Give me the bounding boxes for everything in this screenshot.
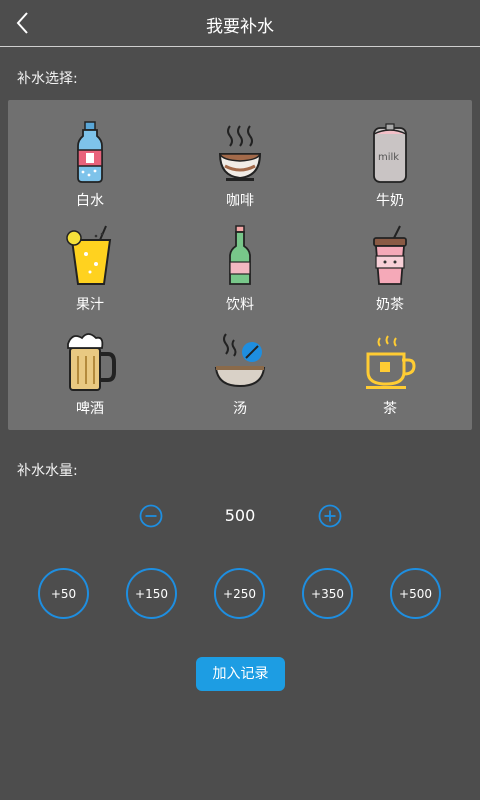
app-header: 我要补水 [0, 0, 480, 47]
tea-cup-icon [366, 335, 416, 389]
amount-section-label: 补水水量: [17, 463, 78, 479]
water-bottle-icon [77, 121, 103, 183]
drink-item-beer[interactable]: 啤酒 [30, 314, 150, 418]
drink-item-coffee[interactable]: 咖啡 [180, 106, 300, 210]
preset-button-500[interactable]: +500 [390, 568, 441, 619]
drink-item-milk-tea[interactable]: 奶茶 [330, 210, 450, 314]
beer-mug-icon [67, 333, 116, 391]
milk-carton-icon: milk [373, 123, 407, 183]
drink-label: 饮料 [226, 297, 254, 313]
drink-item-soup[interactable]: 汤 [180, 314, 300, 418]
minus-icon[interactable] [139, 504, 163, 528]
drink-label: 啤酒 [76, 401, 104, 417]
soda-bottle-icon [229, 225, 251, 285]
soup-bowl-icon [214, 333, 266, 388]
add-record-button[interactable]: 加入记录 [196, 657, 285, 691]
drink-label: 奶茶 [376, 297, 404, 313]
page-title: 我要补水 [206, 17, 274, 37]
drink-item-water[interactable]: 白水 [30, 106, 150, 210]
plus-icon[interactable] [318, 504, 342, 528]
svg-text:milk: milk [378, 152, 399, 163]
preset-button-50[interactable]: +50 [38, 568, 89, 619]
drink-item-juice[interactable]: 果汁 [30, 210, 150, 314]
drink-grid: 白水 咖啡 milk 牛奶 果汁 饮料 奶茶 啤酒 汤 茶 [8, 100, 472, 430]
coffee-cup-icon [218, 125, 262, 181]
drink-label: 汤 [233, 401, 247, 417]
drink-label: 果汁 [76, 297, 104, 313]
drink-label: 咖啡 [226, 193, 254, 209]
preset-button-150[interactable]: +150 [126, 568, 177, 619]
preset-button-250[interactable]: +250 [214, 568, 265, 619]
drink-label: 白水 [76, 193, 104, 209]
drink-label: 牛奶 [376, 193, 404, 209]
milk-tea-cup-icon [373, 225, 407, 285]
amount-value: 500 [224, 506, 256, 525]
drink-item-milk[interactable]: milk 牛奶 [330, 106, 450, 210]
preset-button-350[interactable]: +350 [302, 568, 353, 619]
drink-item-soda[interactable]: 饮料 [180, 210, 300, 314]
drink-item-tea[interactable]: 茶 [330, 314, 450, 418]
drink-section-label: 补水选择: [17, 71, 78, 87]
juice-glass-icon [66, 225, 112, 285]
drink-label: 茶 [383, 401, 397, 417]
